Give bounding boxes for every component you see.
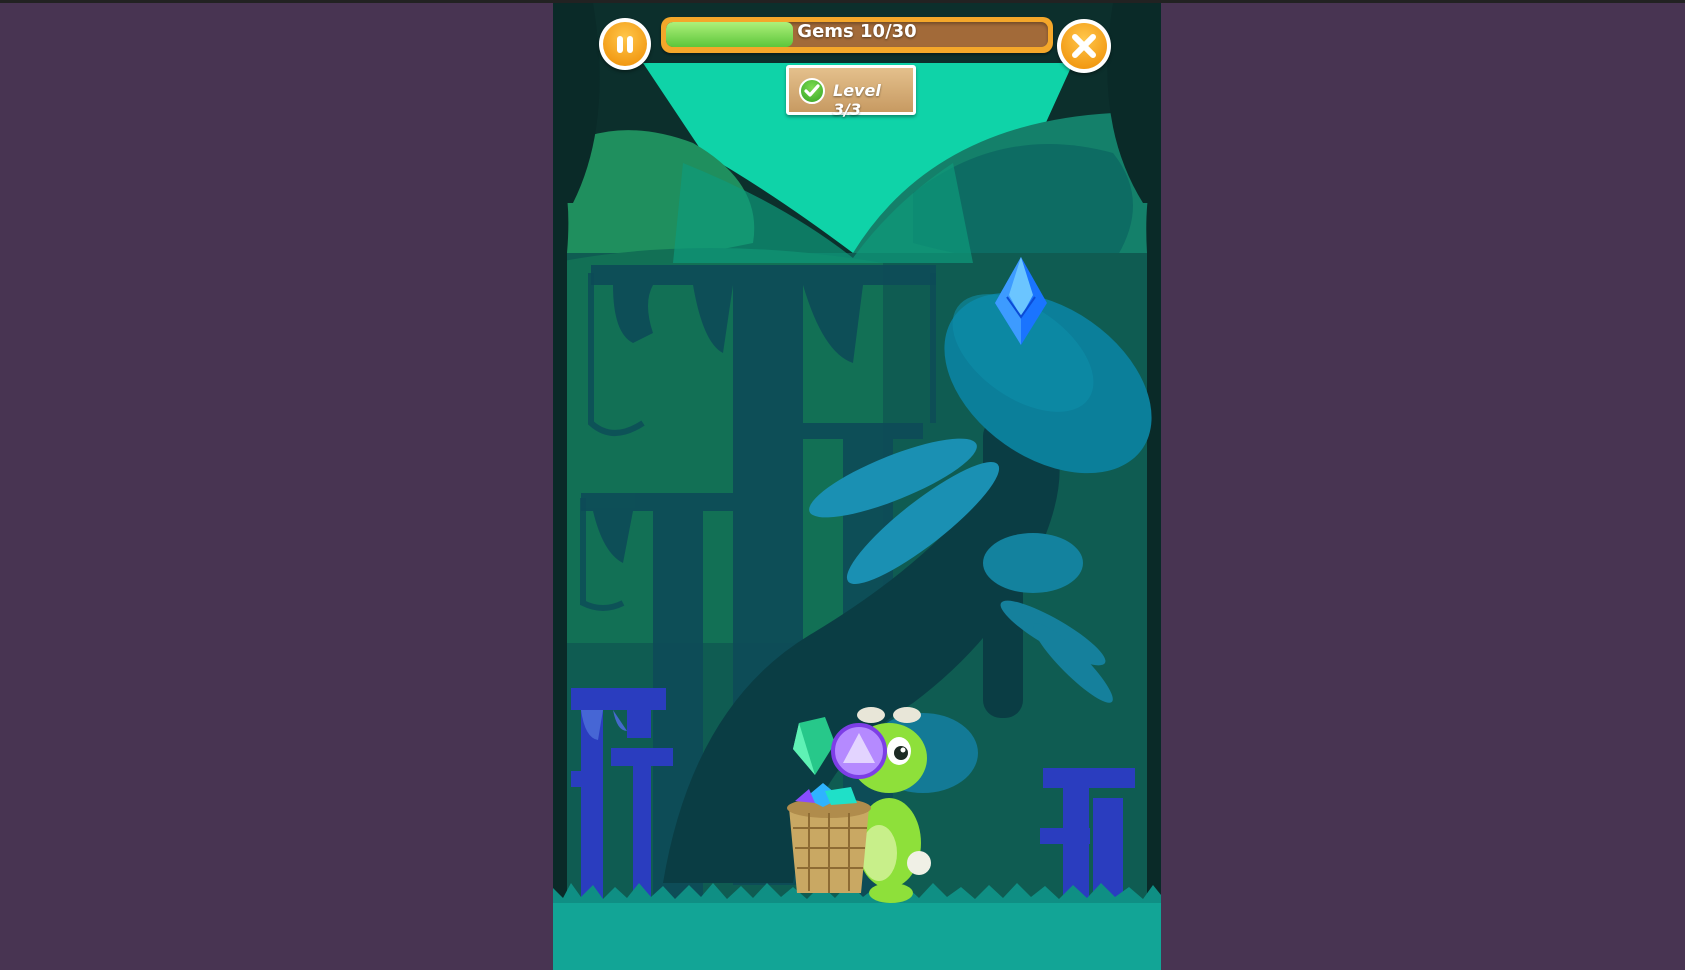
pause-button[interactable] (599, 18, 651, 70)
gems-progress-bar: Gems 10/30 (661, 17, 1053, 53)
close-icon (1061, 23, 1107, 69)
pause-icon-bar-left (617, 36, 623, 53)
falling-blue-gem-icon[interactable] (993, 255, 1049, 347)
close-button[interactable] (1057, 19, 1111, 73)
level-label: Level 3/3 (833, 81, 881, 119)
gems-counter-label: Gems 10/30 (797, 21, 917, 42)
game-viewport[interactable]: Gems 10/30 Level 3/3 (553, 3, 1161, 970)
pause-icon-bar-right (627, 36, 633, 53)
pause-icon (603, 22, 647, 66)
level-indicator: Level 3/3 (786, 65, 916, 119)
player-dino-with-basket[interactable] (779, 703, 939, 908)
ground (553, 903, 1161, 970)
checkmark-icon (799, 78, 825, 104)
